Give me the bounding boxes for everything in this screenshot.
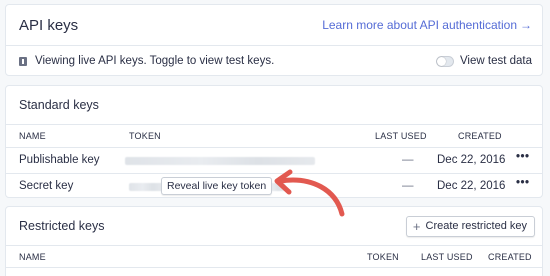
toggle-label[interactable]: View test data [460,55,532,67]
masked-token-left [129,183,163,191]
key-name: Secret key [19,180,74,192]
create-restricted-key-button[interactable]: + Create restricted key [405,215,535,237]
row-menu-icon[interactable]: ••• [516,177,530,189]
column-header-created: CREATED [488,252,532,262]
arrow-right-icon[interactable]: → [520,18,532,32]
table-row-publishable-key: Publishable key — Dec 22, 2016 ••• [6,147,542,173]
column-header-last-used: LAST USED [375,131,427,141]
standard-keys-table-header: NAME TOKEN LAST USED CREATED [6,125,542,147]
column-header-last-used: LAST USED [421,252,473,262]
learn-more-link[interactable]: Learn more about API authentication → [322,18,532,32]
toggle-knob [436,56,446,66]
last-used-value: — [402,154,414,166]
info-message: Viewing live API keys. Toggle to view te… [19,55,274,67]
plus-icon[interactable]: + [413,220,421,233]
api-keys-header: API keys Learn more about API authentica… [6,5,542,45]
key-name: Publishable key [19,154,100,166]
created-date: Dec 22, 2016 [437,154,506,166]
last-used-value: — [402,180,414,192]
column-header-created: CREATED [458,131,502,141]
live-mode-info-bar: Viewing live API keys. Toggle to view te… [6,45,542,75]
reveal-live-key-button[interactable]: Reveal live key token [161,177,273,195]
info-icon [19,56,27,66]
masked-token[interactable] [125,157,315,165]
restricted-keys-header: Restricted keys + Create restricted key [6,207,542,246]
api-keys-title: API keys [19,16,79,34]
column-header-token: TOKEN [129,131,161,141]
standard-keys-title: Standard keys [19,98,99,112]
restricted-keys-card: Restricted keys + Create restricted key … [5,206,543,276]
standard-keys-header: Standard keys [6,86,542,125]
column-header-name: NAME [19,252,46,262]
created-date: Dec 22, 2016 [437,180,506,192]
info-text: Viewing live API keys. Toggle to view te… [35,55,275,67]
learn-more-link-label[interactable]: Learn more about API authentication [322,18,517,32]
api-keys-card: API keys Learn more about API authentica… [5,4,543,76]
restricted-keys-table-header: NAME TOKEN LAST USED CREATED [6,246,542,268]
table-row-secret-key: Secret key Reveal live key token — Dec 2… [6,173,542,197]
row-menu-icon[interactable]: ••• [516,151,530,163]
standard-keys-card: Standard keys NAME TOKEN LAST USED CREAT… [5,85,543,198]
view-test-data-toggle[interactable] [435,55,454,67]
view-test-data-toggle-group[interactable]: View test data [435,55,532,67]
create-restricted-key-label[interactable]: Create restricted key [426,220,527,232]
column-header-token: TOKEN [367,252,399,262]
restricted-keys-title: Restricted keys [19,219,105,233]
column-header-name: NAME [19,131,46,141]
